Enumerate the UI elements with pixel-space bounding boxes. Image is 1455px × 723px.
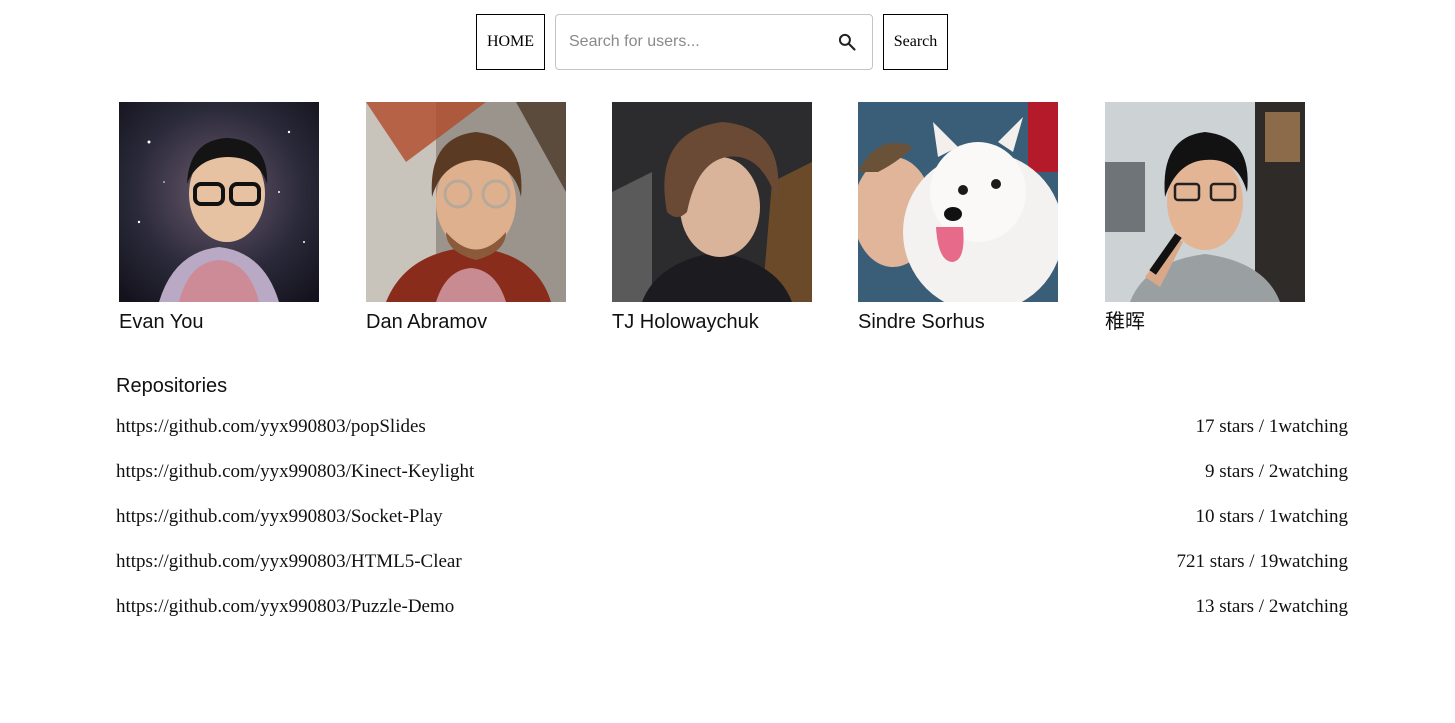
repositories-heading: Repositories — [116, 375, 228, 397]
repository-list: https://github.com/yyx990803/popSlides 1… — [116, 404, 1348, 629]
user-card[interactable]: Dan Abramov — [366, 102, 566, 333]
search-icon[interactable] — [836, 31, 858, 53]
list-item: https://github.com/yyx990803/popSlides 1… — [116, 404, 1348, 449]
user-results: Evan You Dan Abramov TJ Holowaychuk Sind… — [119, 102, 1359, 342]
list-item: https://github.com/yyx990803/Socket-Play… — [116, 494, 1348, 539]
repo-stats: 9 stars / 2watching — [1204, 460, 1348, 482]
repo-url[interactable]: https://github.com/yyx990803/popSlides — [116, 416, 426, 438]
avatar[interactable] — [612, 102, 812, 302]
avatar[interactable] — [119, 102, 319, 302]
user-name[interactable]: 稚晖 — [1105, 311, 1305, 333]
avatar[interactable] — [858, 102, 1058, 302]
user-card[interactable]: Sindre Sorhus — [858, 102, 1058, 333]
search-button[interactable]: Search — [883, 14, 948, 70]
repo-stats: 13 stars / 2watching — [1195, 595, 1348, 617]
home-button[interactable]: HOME — [476, 14, 545, 70]
repo-url[interactable]: https://github.com/yyx990803/HTML5-Clear — [116, 551, 462, 573]
user-name[interactable]: Evan You — [119, 311, 319, 333]
search-input[interactable] — [569, 33, 836, 51]
user-name[interactable]: TJ Holowaychuk — [612, 311, 812, 333]
top-navigation: HOME Search — [476, 14, 948, 70]
repo-url[interactable]: https://github.com/yyx990803/Socket-Play — [116, 506, 443, 528]
user-card[interactable]: Evan You — [119, 102, 319, 333]
repo-stats: 10 stars / 1watching — [1195, 505, 1348, 527]
repositories-section: Repositories https://github.com/yyx99080… — [116, 374, 1348, 629]
avatar[interactable] — [1105, 102, 1305, 302]
list-item: https://github.com/yyx990803/Puzzle-Demo… — [116, 584, 1348, 629]
repo-url[interactable]: https://github.com/yyx990803/Kinect-Keyl… — [116, 461, 474, 483]
search-field[interactable] — [555, 14, 873, 70]
user-name[interactable]: Dan Abramov — [366, 311, 566, 333]
repo-stats: 721 stars / 19watching — [1176, 550, 1348, 572]
user-card[interactable]: TJ Holowaychuk — [612, 102, 812, 333]
list-item: https://github.com/yyx990803/HTML5-Clear… — [116, 539, 1348, 584]
user-name[interactable]: Sindre Sorhus — [858, 311, 1058, 333]
repo-stats: 17 stars / 1watching — [1195, 415, 1348, 437]
list-item: https://github.com/yyx990803/Kinect-Keyl… — [116, 449, 1348, 494]
avatar[interactable] — [366, 102, 566, 302]
user-card[interactable]: 稚晖 — [1105, 102, 1305, 333]
repo-url[interactable]: https://github.com/yyx990803/Puzzle-Demo — [116, 596, 454, 618]
